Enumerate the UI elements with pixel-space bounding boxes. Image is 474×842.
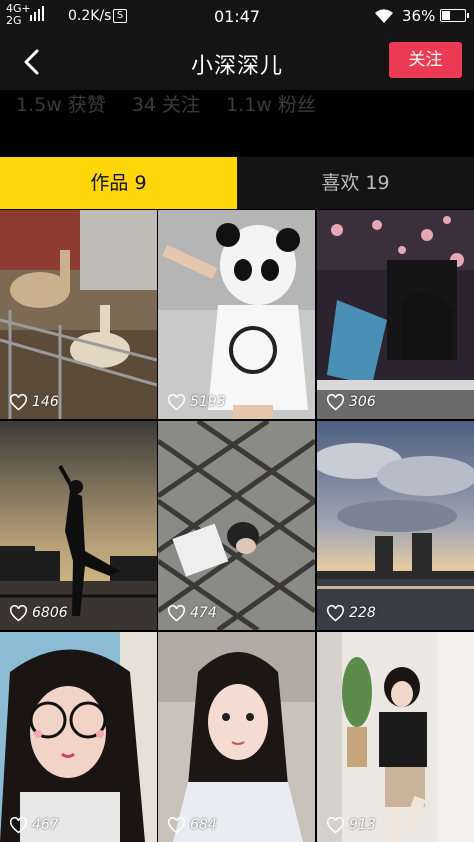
- video-thumbnail[interactable]: 6806: [0, 421, 157, 630]
- heart-icon: [167, 393, 186, 410]
- girl-behind-fence-image: [158, 421, 315, 630]
- girl-glasses-filter-image: [0, 632, 157, 842]
- heart-icon: [167, 604, 186, 621]
- like-count-row: 5193: [167, 393, 226, 411]
- like-count-row: 228: [326, 604, 376, 622]
- like-count: 306: [349, 394, 376, 410]
- heart-icon: [9, 816, 28, 833]
- like-count-row: 306: [326, 393, 376, 411]
- like-count: 684: [190, 817, 217, 833]
- like-count: 913: [349, 817, 376, 833]
- likes-received-stat: 1.5w 获赞: [16, 94, 106, 116]
- like-count-row: 146: [9, 393, 59, 411]
- like-count-row: 467: [9, 816, 59, 834]
- cherry-blossom-girl-image: [317, 210, 474, 419]
- like-count-row: 6806: [9, 604, 68, 622]
- tab-likes[interactable]: 喜欢 19: [237, 157, 474, 209]
- panda-dance-image: [158, 210, 315, 419]
- heart-icon: [9, 604, 28, 621]
- followers-stat[interactable]: 1.1w 粉丝: [226, 94, 316, 116]
- video-thumbnail[interactable]: 913: [317, 632, 474, 842]
- like-count: 146: [32, 394, 59, 410]
- tab-works[interactable]: 作品 9: [0, 157, 237, 209]
- like-count-row: 684: [167, 816, 217, 834]
- like-count: 6806: [32, 605, 68, 621]
- video-thumbnail[interactable]: 146: [0, 210, 157, 419]
- following-stat[interactable]: 34 关注: [132, 94, 200, 116]
- video-thumbnail[interactable]: 5193: [158, 210, 315, 419]
- follow-button[interactable]: 关注: [389, 42, 462, 78]
- battery-icon: [440, 9, 469, 22]
- like-count: 474: [190, 605, 217, 621]
- like-count-row: 913: [326, 816, 376, 834]
- video-thumbnail[interactable]: 467: [0, 632, 157, 842]
- heart-icon: [326, 816, 345, 833]
- video-thumbnail[interactable]: 228: [317, 421, 474, 630]
- heart-icon: [167, 816, 186, 833]
- dancer-silhouette-image: [0, 421, 157, 630]
- heart-icon: [326, 393, 345, 410]
- like-count: 467: [32, 817, 59, 833]
- video-thumbnail[interactable]: 306: [317, 210, 474, 419]
- clouds-over-water-image: [317, 421, 474, 630]
- alpacas-image: [0, 210, 157, 419]
- profile-stats: 1.5w 获赞 34 关注 1.1w 粉丝: [16, 90, 456, 120]
- tab-bar: 作品 9 喜欢 19: [0, 157, 474, 209]
- nav-bar: 小深深儿 关注: [0, 32, 474, 90]
- heart-icon: [9, 393, 28, 410]
- like-count: 228: [349, 605, 376, 621]
- battery-percent: 36%: [402, 7, 436, 25]
- heart-icon: [326, 604, 345, 621]
- wifi-icon: [375, 9, 393, 23]
- status-bar: 4G+ 2G 0.2K/s S 01:47 36%: [0, 0, 474, 32]
- like-count: 5193: [190, 394, 226, 410]
- girl-dancing-room-image: [317, 632, 474, 842]
- like-count-row: 474: [167, 604, 217, 622]
- video-thumbnail[interactable]: 684: [158, 632, 315, 842]
- girl-long-hair-image: [158, 632, 315, 842]
- video-thumbnail[interactable]: 474: [158, 421, 315, 630]
